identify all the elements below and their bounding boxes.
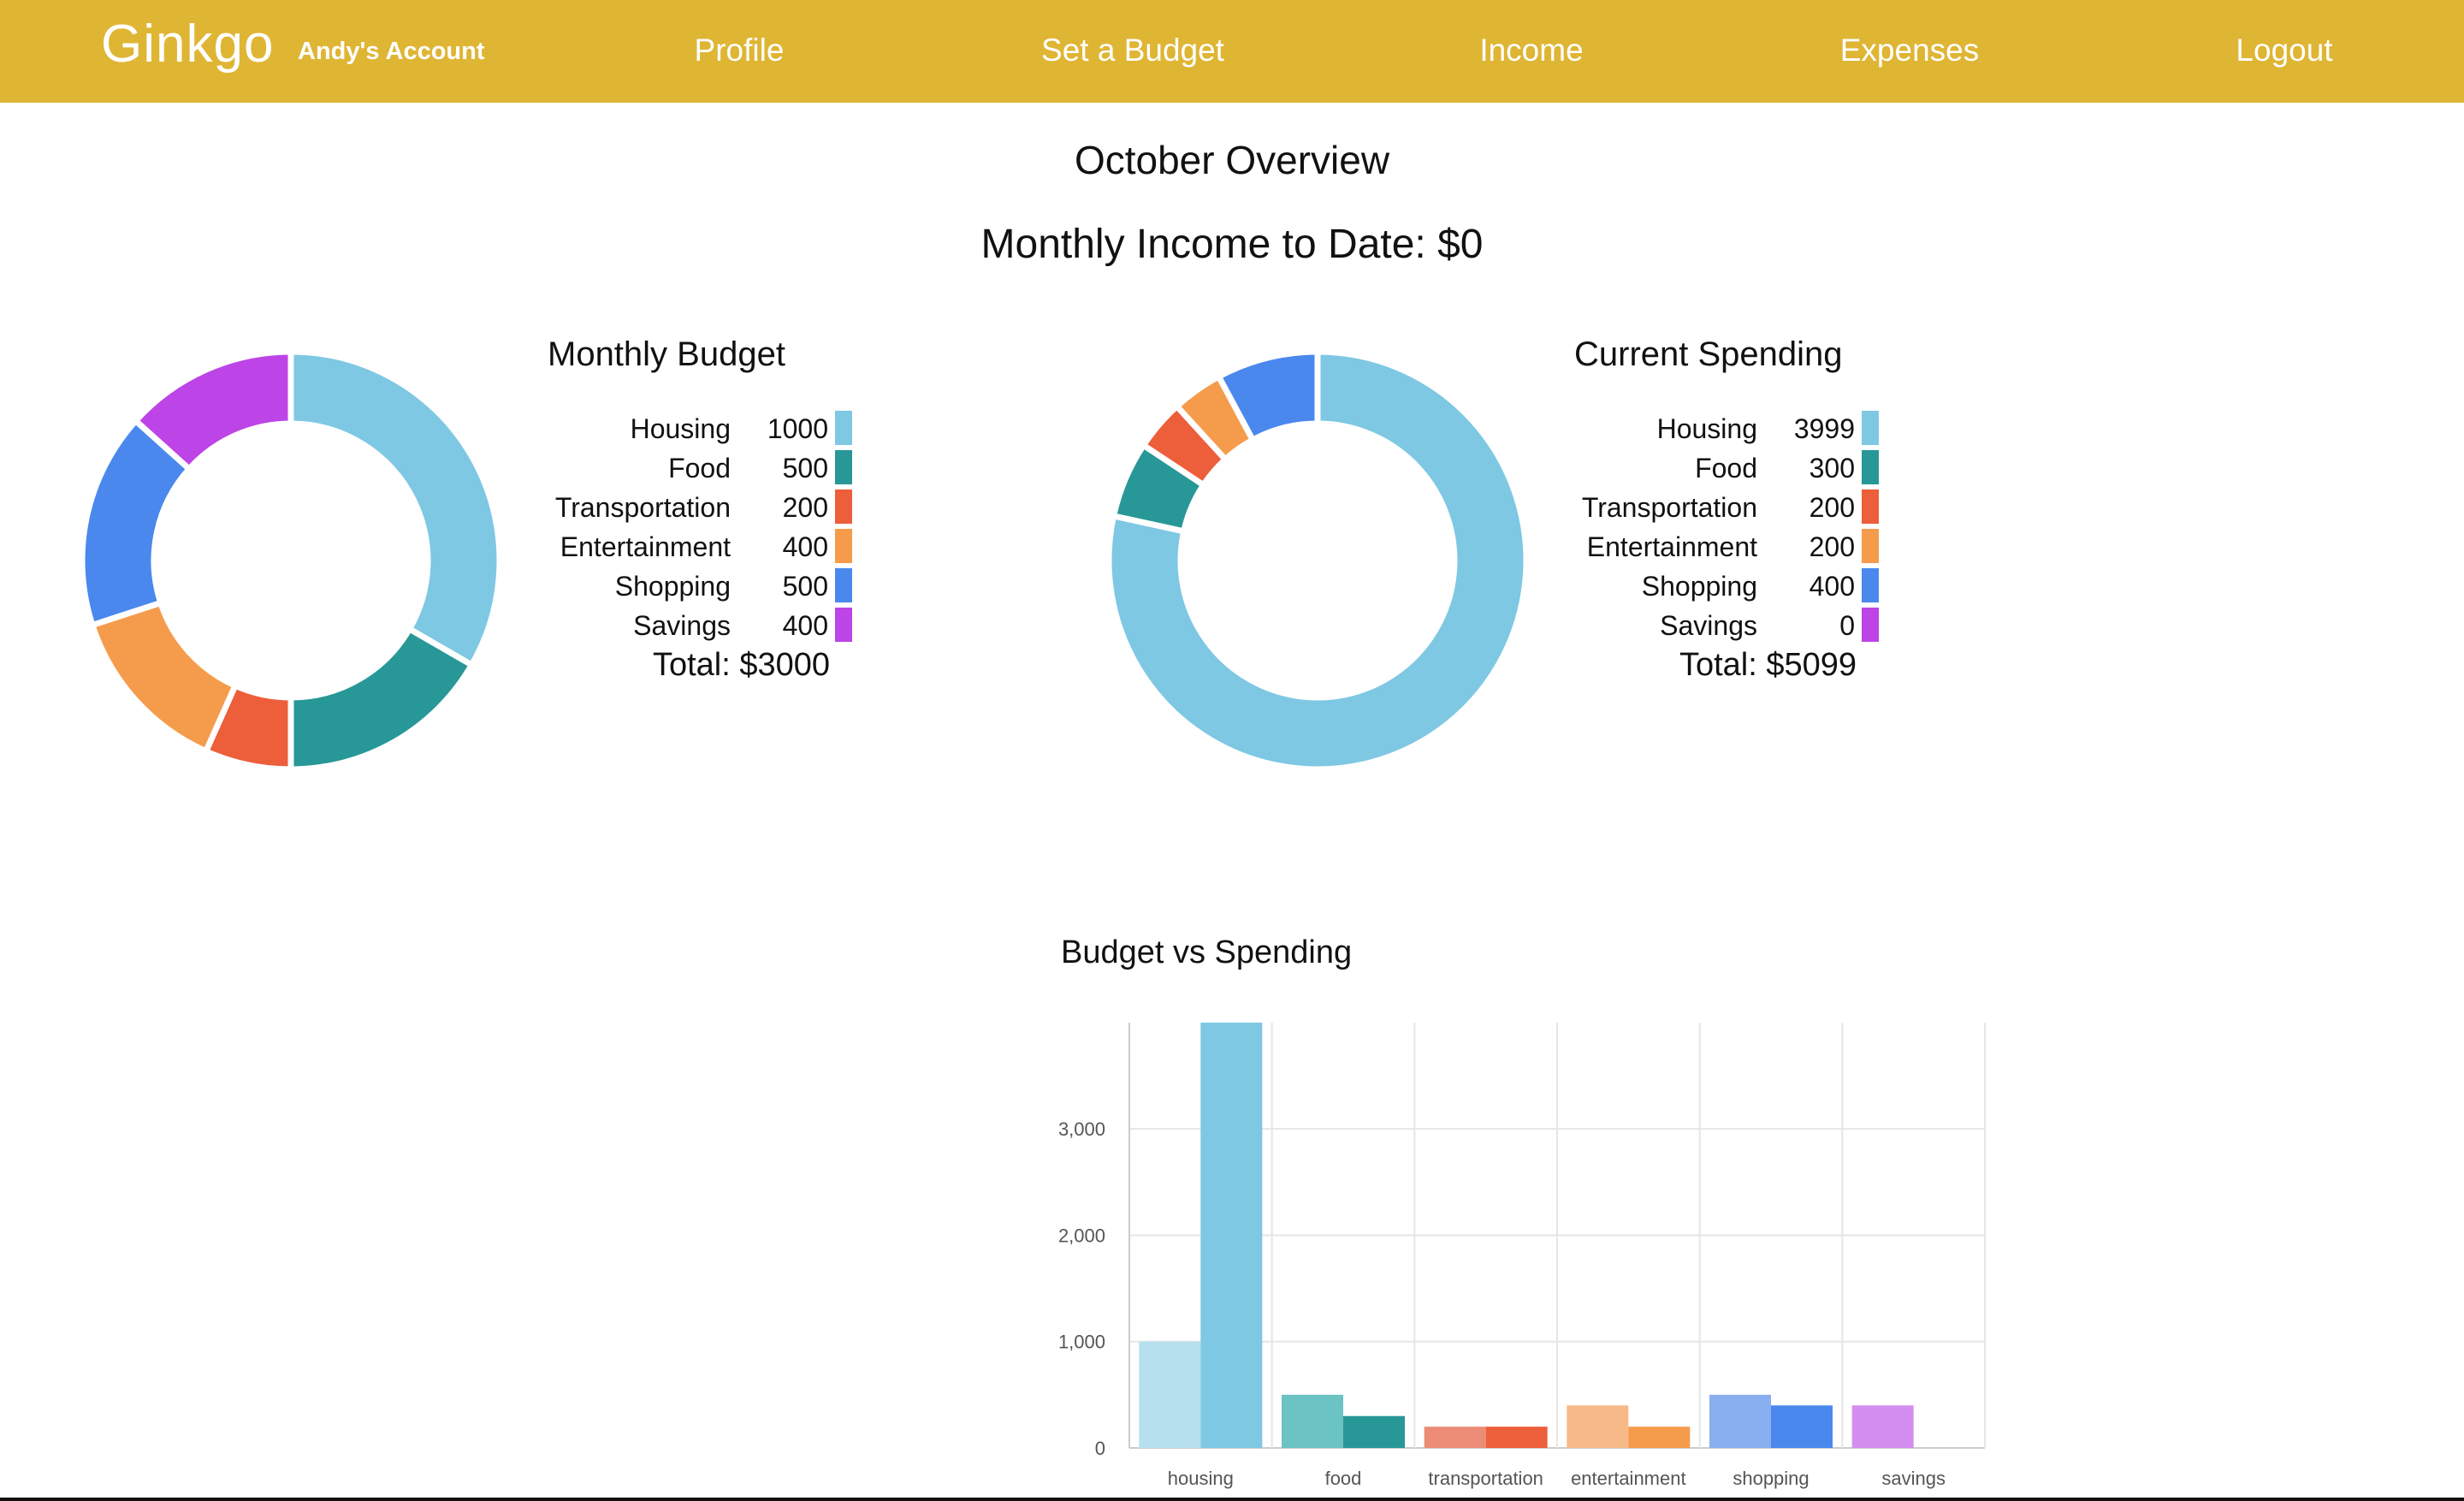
y-tick-label: 2,000	[1058, 1225, 1105, 1246]
legend-value: 200	[1809, 531, 1855, 562]
legend-row: Entertainment 400	[510, 527, 852, 567]
legend-swatch	[1862, 411, 1879, 445]
spending-legend: Housing 3999 Food 300 Transportation 200…	[1537, 409, 1879, 649]
legend-category: Savings	[633, 610, 731, 641]
legend-value: 200	[782, 492, 828, 523]
bar-spending-entertainment	[1628, 1427, 1691, 1448]
legend-swatch	[835, 568, 852, 602]
nav-logout[interactable]: Logout	[2236, 33, 2332, 68]
legend-value: 3999	[1793, 413, 1855, 444]
bar-chart-title: Budget vs Spending	[1061, 934, 1353, 970]
legend-row: Shopping 400	[1537, 567, 1879, 606]
x-tick-label: food	[1325, 1468, 1362, 1489]
legend-swatch	[1862, 489, 1879, 524]
bar-spending-food	[1343, 1415, 1405, 1448]
brand-logo[interactable]: Ginkgo	[101, 14, 274, 74]
legend-swatch	[835, 529, 852, 563]
spending-legend-title: Current Spending	[1574, 335, 1843, 373]
bar-spending-housing	[1200, 1023, 1263, 1448]
legend-row: Shopping 500	[510, 567, 852, 606]
nav-set-budget[interactable]: Set a Budget	[1041, 33, 1224, 68]
legend-value: 500	[782, 453, 828, 484]
legend-row: Housing 3999	[1537, 409, 1879, 448]
legend-swatch	[1862, 568, 1879, 602]
y-tick-label: 0	[1095, 1438, 1105, 1459]
monthly-income: Monthly Income to Date: $0	[980, 222, 1484, 267]
legend-swatch	[1862, 529, 1879, 563]
legend-category: Entertainment	[1586, 531, 1757, 562]
bar-spending-transportation	[1485, 1427, 1548, 1448]
bottom-divider	[0, 1498, 2464, 1501]
legend-category: Transportation	[554, 492, 731, 523]
legend-category: Transportation	[1581, 492, 1757, 523]
legend-value: 400	[782, 610, 828, 641]
legend-row: Food 500	[510, 448, 852, 488]
bar-budget-transportation	[1424, 1427, 1486, 1448]
legend-category: Housing	[1656, 413, 1757, 444]
nav-profile[interactable]: Profile	[695, 33, 785, 68]
x-tick-label: savings	[1881, 1468, 1946, 1489]
legend-value: 500	[782, 571, 828, 602]
donut-slice-housing	[287, 348, 503, 669]
legend-value: 400	[1809, 571, 1855, 602]
legend-value: 400	[782, 531, 828, 562]
legend-value: 300	[1809, 453, 1855, 484]
page-title: October Overview	[1074, 138, 1390, 182]
donut-slice-entertainment	[88, 599, 240, 756]
bar-budget-shopping	[1709, 1394, 1771, 1448]
budget-vs-spending-bar-chart: 0 1,000 2,000 3,000 housing food transportatio…	[1058, 1023, 1986, 1489]
legend-value: 200	[1809, 492, 1855, 523]
legend-swatch	[835, 450, 852, 484]
account-link[interactable]: Andy's Account	[298, 38, 485, 66]
nav-income[interactable]: Income	[1479, 33, 1583, 68]
legend-row: Savings 400	[510, 606, 852, 645]
bar-budget-savings	[1851, 1405, 1914, 1448]
legend-swatch	[835, 608, 852, 642]
legend-category: Shopping	[1641, 571, 1757, 602]
x-tick-label: entertainment	[1571, 1468, 1686, 1489]
legend-category: Entertainment	[560, 531, 731, 562]
bar-budget-housing	[1139, 1341, 1201, 1448]
nav-expenses[interactable]: Expenses	[1840, 33, 1980, 68]
legend-row: Entertainment 200	[1537, 527, 1879, 567]
y-tick-label: 3,000	[1058, 1118, 1105, 1140]
x-tick-label: transportation	[1428, 1468, 1543, 1489]
legend-swatch	[1862, 450, 1879, 484]
legend-row: Transportation 200	[510, 488, 852, 527]
bar-budget-food	[1282, 1394, 1343, 1448]
bar-budget-entertainment	[1567, 1405, 1629, 1448]
budget-donut-chart	[79, 348, 503, 773]
bar-spending-shopping	[1771, 1405, 1833, 1448]
spending-donut-chart	[1105, 348, 1530, 773]
legend-swatch	[1862, 608, 1879, 642]
budget-legend-title: Monthly Budget	[548, 335, 785, 373]
legend-row: Housing 1000	[510, 409, 852, 448]
legend-category: Food	[668, 453, 731, 484]
legend-category: Food	[1695, 453, 1757, 484]
legend-swatch	[835, 489, 852, 524]
top-navbar: Ginkgo Andy's Account Profile Set a Budg…	[0, 0, 2464, 103]
legend-value: 1000	[767, 413, 828, 444]
budget-legend: Housing 1000 Food 500 Transportation 200…	[510, 409, 852, 649]
legend-row: Savings 0	[1537, 606, 1879, 645]
x-tick-label: housing	[1168, 1468, 1234, 1489]
x-tick-label: shopping	[1732, 1468, 1809, 1489]
spending-total: Total: $5099	[1679, 647, 1857, 683]
legend-category: Housing	[630, 413, 731, 444]
legend-value: 0	[1839, 610, 1855, 641]
legend-row: Food 300	[1537, 448, 1879, 488]
donut-slice-food	[287, 625, 477, 773]
legend-swatch	[835, 411, 852, 445]
legend-category: Savings	[1660, 610, 1757, 641]
legend-row: Transportation 200	[1537, 488, 1879, 527]
y-tick-label: 1,000	[1058, 1332, 1105, 1353]
budget-total: Total: $3000	[652, 647, 830, 683]
legend-category: Shopping	[614, 571, 731, 602]
